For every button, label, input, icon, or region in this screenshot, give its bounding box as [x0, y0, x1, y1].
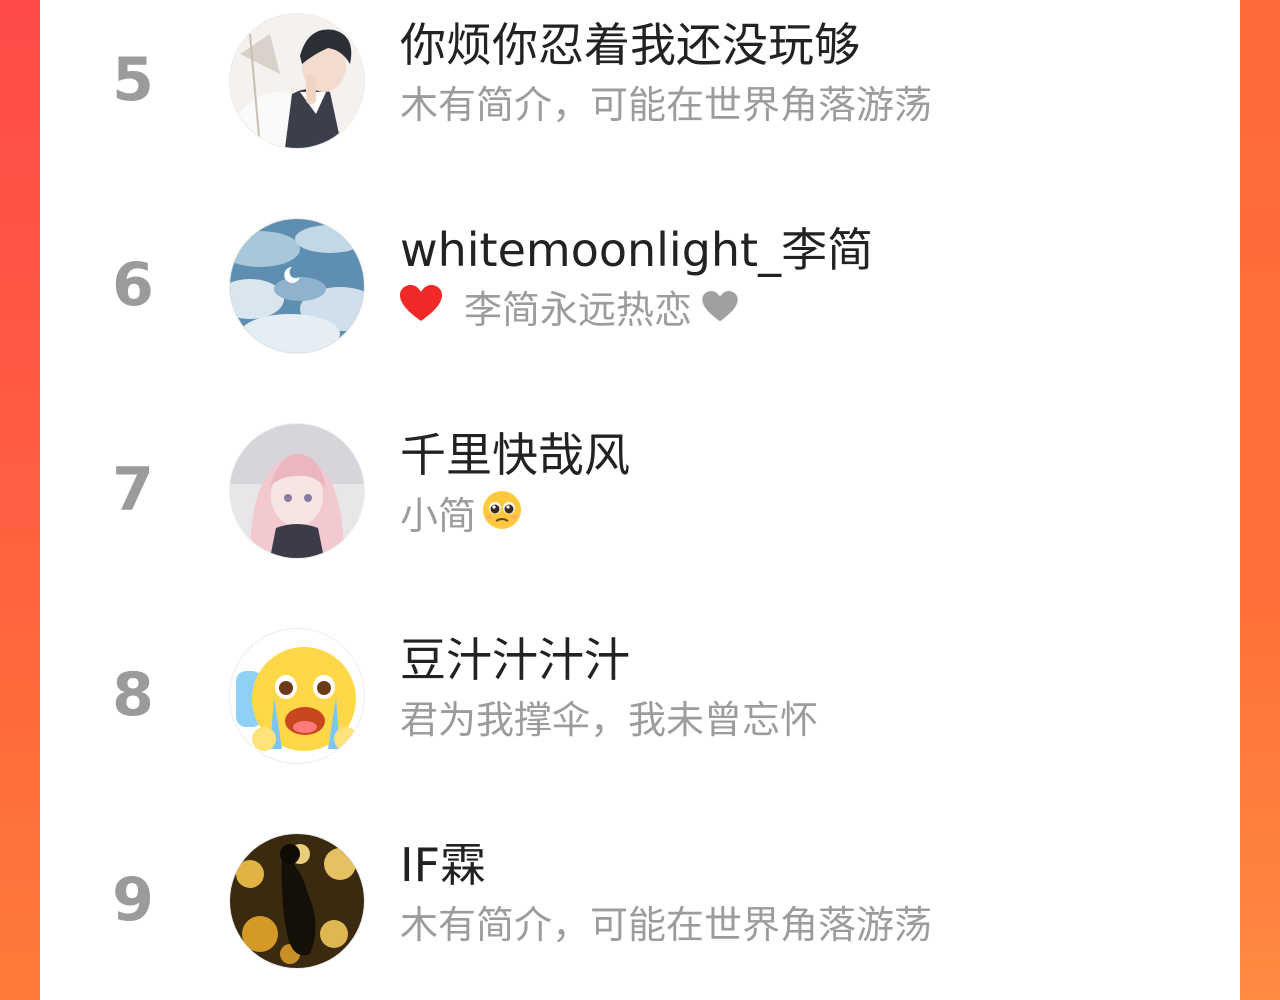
- user-name[interactable]: 千里快哉风: [400, 426, 630, 484]
- list-item[interactable]: 5 你烦你忍着我还没玩够 木有简介，可能在世界角落游荡: [40, 0, 1240, 160]
- anime-boy-avatar[interactable]: [230, 14, 364, 148]
- user-bio-text: 李简永远热恋: [464, 288, 693, 332]
- user-name[interactable]: 你烦你忍着我还没玩够: [400, 16, 860, 74]
- user-name[interactable]: IF霖: [400, 836, 486, 894]
- blue-clouds-moon-avatar[interactable]: [230, 219, 364, 353]
- grey-heart-icon: [702, 285, 738, 335]
- user-bio: 李简永远热恋: [400, 285, 738, 335]
- rank-number: 5: [112, 45, 154, 115]
- list-item[interactable]: 6 whitemoonlight_李简 李简永远热恋: [40, 205, 1240, 365]
- rank-number: 7: [112, 455, 154, 525]
- anime-girl-avatar[interactable]: [230, 424, 364, 558]
- pleading-face-emoji: [482, 490, 522, 542]
- list-item[interactable]: 9 IF霖 木有简介，可能在世界角落游荡: [40, 820, 1240, 980]
- red-heart-icon: [400, 285, 442, 335]
- user-bio: 木有简介，可能在世界角落游荡: [400, 80, 932, 130]
- golden-lights-avatar[interactable]: [230, 834, 364, 968]
- user-name[interactable]: 豆汁汁汁汁: [400, 631, 630, 689]
- background-edge-right: [1240, 0, 1280, 1000]
- rank-number: 9: [112, 865, 154, 935]
- list-item[interactable]: 7 千里快哉风 小简: [40, 410, 1240, 570]
- rank-number: 6: [112, 250, 154, 320]
- ranking-list-panel: 5 你烦你忍着我还没玩够 木有简介，可能在世界角落游荡 6 whitemoonl…: [40, 0, 1240, 1000]
- user-name[interactable]: whitemoonlight_李简: [400, 221, 873, 279]
- user-bio-text: 小简: [400, 494, 477, 538]
- user-bio: 小简: [400, 490, 522, 542]
- rank-number: 8: [112, 660, 154, 730]
- crying-emoji-avatar[interactable]: [230, 629, 364, 763]
- user-bio: 君为我撑伞，我未曾忘怀: [400, 695, 818, 745]
- user-bio-text: 木有简介，可能在世界角落游荡: [400, 903, 933, 947]
- user-bio-text: 木有简介，可能在世界角落游荡: [400, 83, 933, 127]
- user-bio: 木有简介，可能在世界角落游荡: [400, 900, 932, 950]
- list-item[interactable]: 8 豆汁汁汁汁 君为我撑伞，我未曾忘怀: [40, 615, 1240, 775]
- user-bio-text: 君为我撑伞，我未曾忘怀: [400, 698, 819, 742]
